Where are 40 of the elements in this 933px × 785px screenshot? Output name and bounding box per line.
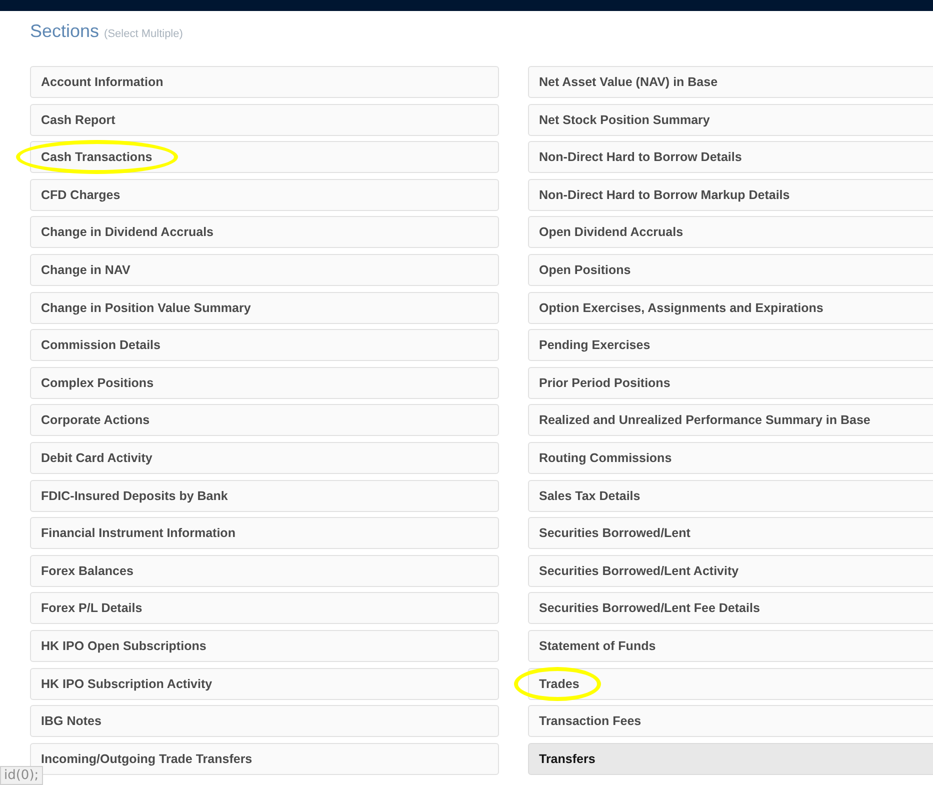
section-option[interactable]: IBG Notes <box>30 705 499 738</box>
section-option[interactable]: Trades <box>528 668 933 700</box>
section-option[interactable]: Net Stock Position Summary <box>528 104 933 136</box>
section-option[interactable]: Forex P/L Details <box>30 592 499 624</box>
section-option[interactable]: Option Exercises, Assignments and Expirations <box>528 292 933 324</box>
section-option[interactable]: Transaction Fees <box>528 705 933 738</box>
section-option[interactable]: Pending Exercises <box>528 329 933 362</box>
section-option[interactable]: Routing Commissions <box>528 442 933 474</box>
section-option[interactable]: Sales Tax Details <box>528 480 933 512</box>
section-option[interactable]: Securities Borrowed/Lent Activity <box>528 554 933 587</box>
section-option[interactable]: Account Information <box>30 66 499 98</box>
section-option[interactable]: Open Dividend Accruals <box>528 216 933 248</box>
section-option[interactable]: Realized and Unrealized Performance Summary in Base <box>528 404 933 436</box>
section-option[interactable]: HK IPO Subscription Activity <box>30 668 499 700</box>
section-option[interactable]: Complex Positions <box>30 366 499 399</box>
section-option[interactable]: Change in NAV <box>30 254 499 286</box>
section-option[interactable]: HK IPO Open Subscriptions <box>30 630 499 662</box>
select-hint: (Select Multiple) <box>104 28 183 40</box>
section-option[interactable]: Change in Dividend Accruals <box>30 216 499 248</box>
status-text: id(0); <box>0 766 43 785</box>
section-option[interactable]: Transfers <box>528 742 933 775</box>
section-option[interactable]: Open Positions <box>528 254 933 286</box>
section-option[interactable]: Change in Position Value Summary <box>30 292 499 324</box>
section-option[interactable]: FDIC-Insured Deposits by Bank <box>30 480 499 512</box>
section-option[interactable]: Forex Balances <box>30 554 499 587</box>
section-option[interactable]: Securities Borrowed/Lent Fee Details <box>528 592 933 624</box>
section-option[interactable]: Debit Card Activity <box>30 442 499 474</box>
section-option[interactable]: Cash Report <box>30 104 499 136</box>
section-option[interactable]: Statement of Funds <box>528 630 933 662</box>
section-option[interactable]: Financial Instrument Information <box>30 517 499 550</box>
section-option[interactable]: Net Asset Value (NAV) in Base <box>528 66 933 98</box>
section-title: Sections <box>30 21 100 42</box>
section-option[interactable]: Commission Details <box>30 329 499 362</box>
section-option[interactable]: CFD Charges <box>30 178 499 211</box>
section-option[interactable]: Non-Direct Hard to Borrow Markup Details <box>528 178 933 211</box>
section-option[interactable]: Securities Borrowed/Lent <box>528 517 933 550</box>
section-option[interactable]: Cash Transactions <box>30 141 499 174</box>
section-option[interactable]: Corporate Actions <box>30 404 499 436</box>
section-option[interactable]: Prior Period Positions <box>528 366 933 399</box>
section-option[interactable]: Non-Direct Hard to Borrow Details <box>528 141 933 174</box>
